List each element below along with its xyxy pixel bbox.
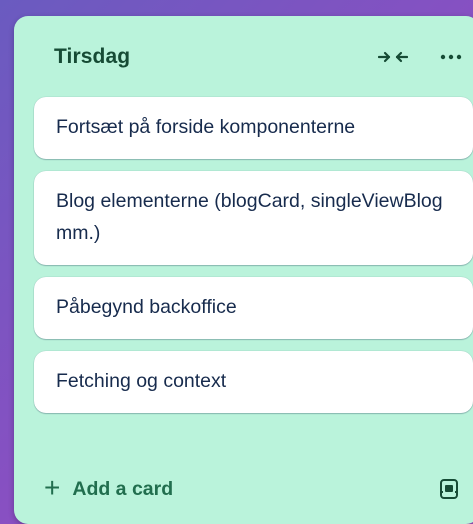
card-template-icon — [440, 479, 458, 499]
card-title: Fetching og context — [56, 370, 227, 392]
card[interactable]: Blog elementerne (blogCard, singleViewBl… — [34, 171, 473, 265]
plus-icon: + — [44, 471, 61, 503]
list-title[interactable]: Tirsdag — [54, 45, 130, 69]
list-header: Tirsdag — [14, 16, 473, 98]
card-title: Blog elementerne (blogCard, singleViewBl… — [56, 190, 443, 244]
list-menu-button[interactable] — [431, 37, 471, 77]
collapse-list-button[interactable] — [373, 37, 413, 77]
create-from-template-button[interactable] — [427, 467, 471, 511]
card-list: Fortsæt på forside komponenterne Blog el… — [34, 97, 473, 425]
add-card-label: Add a card — [72, 477, 174, 500]
list-column: Tirsdag Fortsæt på forside komponenterne… — [14, 16, 473, 524]
card-title: Påbegynd backoffice — [56, 296, 237, 318]
collapse-icon — [378, 51, 408, 63]
card[interactable]: Fetching og context — [34, 351, 473, 413]
card-title: Fortsæt på forside komponenterne — [56, 116, 356, 138]
card[interactable]: Fortsæt på forside komponenterne — [34, 97, 473, 159]
more-options-icon — [440, 54, 462, 60]
card[interactable]: Påbegynd backoffice — [34, 277, 473, 339]
list-header-actions — [373, 37, 471, 77]
add-card-button[interactable]: + Add a card — [34, 467, 173, 511]
list-footer: + Add a card — [34, 465, 473, 513]
